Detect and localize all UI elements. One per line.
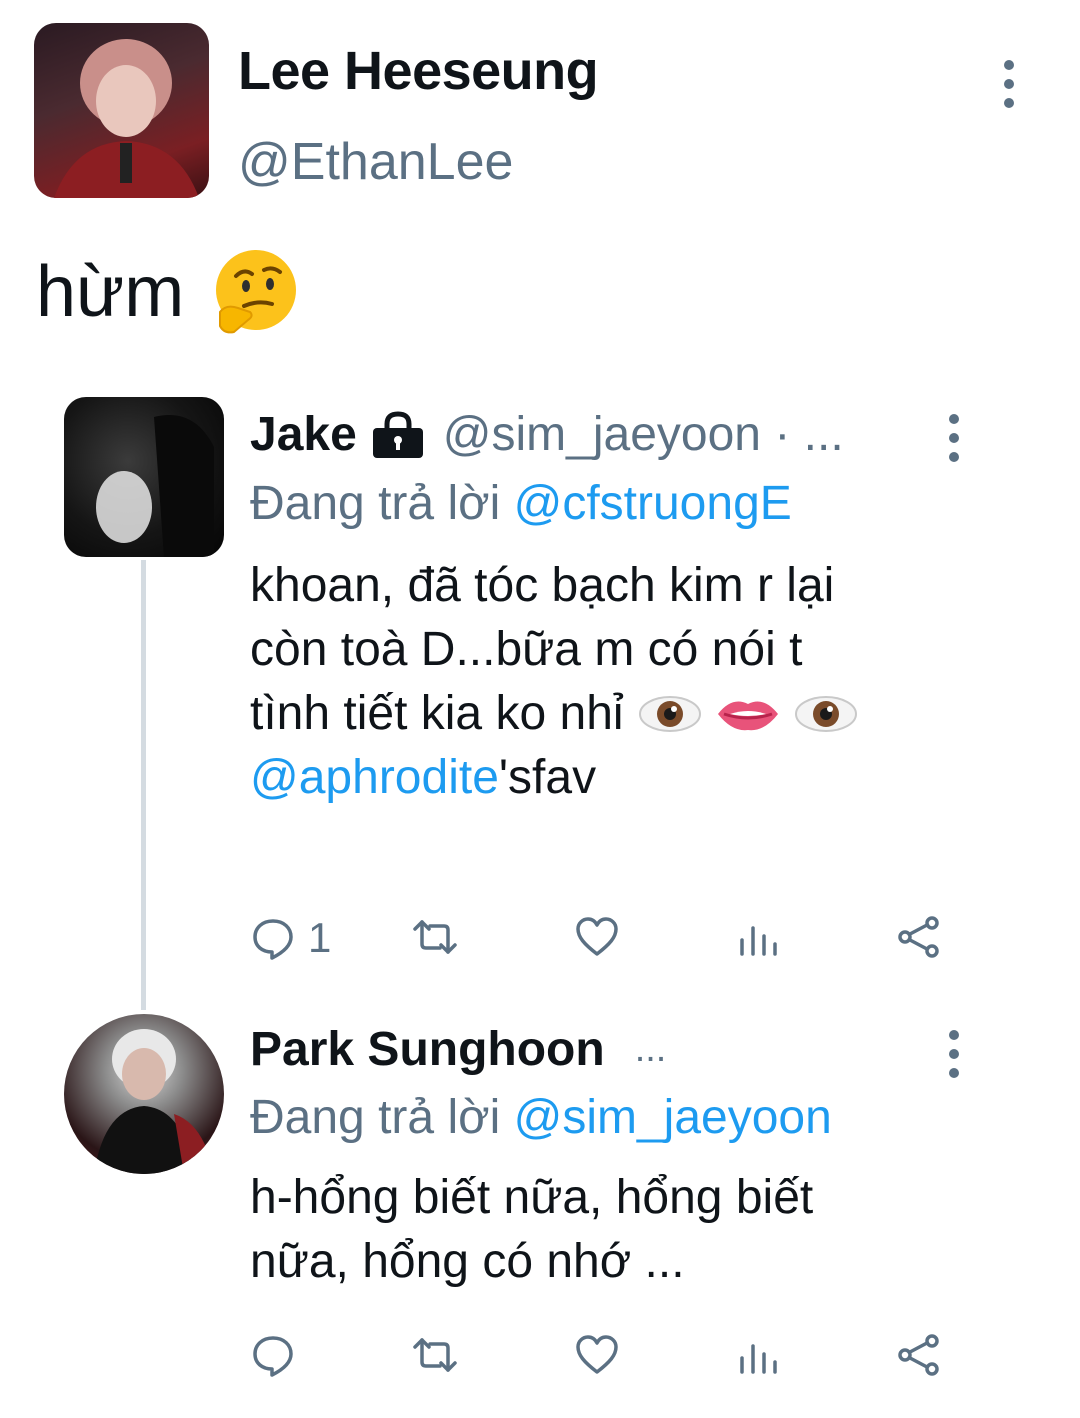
reply-count: 1 — [308, 914, 332, 961]
share-button[interactable] — [896, 914, 942, 960]
reply-text-line: nữa, hổng có nhớ ... — [250, 1235, 685, 1288]
retweet-button[interactable] — [412, 914, 458, 960]
share-icon — [898, 916, 939, 958]
like-button[interactable] — [574, 914, 620, 960]
mention-link[interactable]: @aphrodite — [250, 751, 499, 804]
reply-text: khoan, đã tóc bạch kim r lại còn toà D..… — [250, 554, 950, 810]
lips-icon — [717, 701, 778, 731]
analytics-button[interactable] — [736, 1332, 782, 1378]
reply-text-fragment: tình tiết kia ko nhỉ — [250, 687, 624, 740]
thinking-face-icon — [216, 250, 297, 334]
heart-icon — [576, 1335, 618, 1374]
retweet-button[interactable] — [412, 1332, 458, 1378]
reply-header: Jake @sim_jaeyoon · ... — [250, 407, 844, 462]
heart-icon — [576, 917, 618, 956]
reply-text-line: tình tiết kia ko nhỉ — [250, 682, 950, 746]
tweet-body: hừm — [36, 252, 185, 332]
reply-button[interactable] — [250, 1332, 308, 1378]
author-handle[interactable]: @EthanLee — [238, 132, 513, 192]
replying-to-mention[interactable]: @sim_jaeyoon — [514, 1091, 832, 1144]
tweet-text: hừm — [36, 246, 302, 338]
replying-prefix: Đang trả lời — [250, 1091, 501, 1144]
analytics-icon — [740, 926, 777, 956]
thread-connector — [141, 560, 146, 1010]
reply-author-handle[interactable]: @sim_jaeyoon · ... — [443, 407, 844, 462]
replying-to: Đang trả lời @sim_jaeyoon — [250, 1090, 832, 1145]
eye-icon — [638, 696, 701, 732]
retweet-icon — [413, 920, 457, 954]
reply-text-line: còn toà D...bữa m có nói t — [250, 623, 803, 676]
reply-button[interactable]: 1 — [250, 914, 331, 962]
avatar-photo — [54, 39, 199, 198]
avatar-photo — [94, 1029, 214, 1174]
lock-icon — [372, 410, 423, 458]
more-options-icon[interactable] — [944, 1030, 964, 1078]
reply-text-line: h-hổng biết nữa, hổng biết — [250, 1171, 814, 1224]
share-button[interactable] — [896, 1332, 942, 1378]
more-indicator: ... — [634, 1028, 667, 1070]
avatar-lee-heeseung[interactable] — [34, 23, 209, 198]
reply-text-fragment: 'sfav — [498, 751, 597, 804]
analytics-button[interactable] — [736, 914, 782, 960]
avatar-jake[interactable] — [64, 397, 224, 557]
more-options-icon[interactable] — [999, 60, 1019, 108]
reply-text-line: @aphrodite'sfav — [250, 746, 950, 810]
more-options-icon[interactable] — [944, 414, 964, 462]
retweet-icon — [413, 1338, 457, 1372]
avatar-photo — [96, 415, 214, 557]
avatar-park-sunghoon[interactable] — [64, 1014, 224, 1174]
reply-header: Park Sunghoon ... — [250, 1022, 666, 1077]
analytics-icon — [740, 1344, 777, 1374]
share-icon — [898, 1334, 939, 1376]
replying-to: Đang trả lời @cfstruongE — [250, 476, 792, 531]
replying-to-mention[interactable]: @cfstruongE — [514, 477, 792, 530]
eye-icon — [794, 696, 857, 732]
replying-prefix: Đang trả lời — [250, 477, 501, 530]
reply-text: h-hổng biết nữa, hổng biết nữa, hổng có … — [250, 1166, 950, 1294]
reply-author-name[interactable]: Park Sunghoon — [250, 1022, 605, 1077]
like-button[interactable] — [574, 1332, 620, 1378]
reply-text-line: khoan, đã tóc bạch kim r lại — [250, 559, 835, 612]
reply-icon — [253, 1336, 293, 1377]
reply-icon — [253, 919, 293, 960]
author-name[interactable]: Lee Heeseung — [238, 40, 599, 102]
reply-author-name[interactable]: Jake — [250, 407, 357, 462]
